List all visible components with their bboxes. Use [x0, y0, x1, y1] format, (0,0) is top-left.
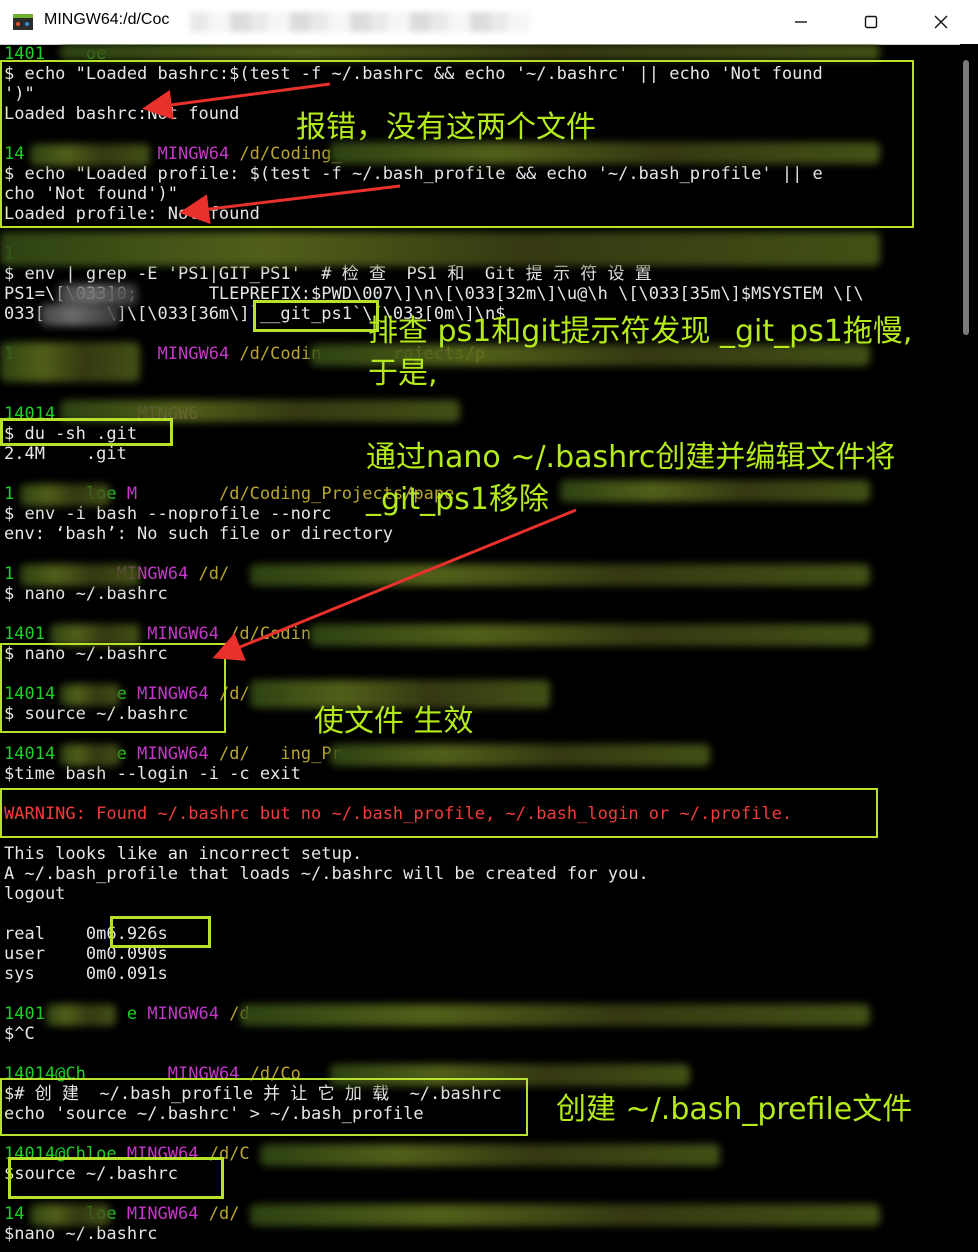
terminal-text: /d/ ing_Pr — [218, 744, 342, 764]
highlight-box-source — [8, 1157, 224, 1199]
redacted-region — [46, 1004, 116, 1026]
terminal-text: $^C — [4, 1024, 35, 1044]
redacted-region — [560, 480, 870, 502]
maximize-icon — [864, 15, 878, 29]
terminal-text: /d/ — [198, 564, 230, 584]
terminal-line: $ nano ~/.bashrc — [4, 584, 168, 604]
maximize-button[interactable] — [836, 0, 906, 44]
redacted-region — [0, 342, 140, 382]
highlight-box-warning — [0, 788, 878, 838]
minimize-button[interactable] — [766, 0, 836, 44]
terminal-text: logout — [4, 884, 66, 904]
terminal-line: logout — [4, 884, 65, 904]
redacted-region — [20, 484, 110, 506]
annotation-ps1-line2: 于是, — [368, 356, 438, 391]
window-title: MINGW64:/d/Coc — [44, 11, 170, 28]
terminal-line: $time bash --login -i -c exit — [4, 764, 301, 784]
terminal-text: MINGW64 — [137, 744, 219, 764]
terminal-line: $ env | grep -E 'PS1|GIT_PS1' # 检 查 PS1 … — [4, 264, 652, 284]
terminal-line: sys 0m0.091s — [4, 964, 168, 984]
terminal-text: MINGW64 — [147, 1004, 230, 1024]
annotation-create-profile: 创建 ~/.bash_prefile文件 — [556, 1092, 913, 1127]
terminal-text: /d/ — [208, 1204, 240, 1224]
redacted-region — [40, 304, 120, 326]
redacted-region — [260, 1144, 720, 1166]
scrollbar-thumb[interactable] — [963, 60, 969, 335]
redacted-region — [58, 284, 138, 306]
redacted-region — [250, 564, 870, 586]
terminal-text: 1 — [4, 564, 15, 584]
minimize-icon — [795, 21, 807, 23]
window-titlebar: MINGW64:/d/Coc — [0, 0, 978, 45]
terminal-text: This looks like an incorrect setup. — [4, 844, 363, 864]
terminal-line: $^C — [4, 1024, 35, 1044]
terminal-text: $ env -i bash --noprofile --norc — [4, 504, 332, 524]
terminal-text: A ~/.bash_profile that loads ~/.bashrc w… — [4, 864, 649, 884]
highlight-box-git-ps1 — [253, 300, 379, 332]
terminal-line: $nano ~/.bashrc — [4, 1224, 158, 1244]
terminal-text: M — [126, 484, 138, 504]
terminal-text: $ env | grep -E 'PS1|GIT_PS1' # 检 查 PS1 … — [4, 264, 652, 284]
redacted-region — [30, 1204, 110, 1226]
terminal-text: /d/Codin — [229, 624, 312, 644]
annotation-nano-line1: 通过nano ~/.bashrc创建并编辑文件将 — [366, 440, 896, 475]
highlight-box-nano-source — [0, 643, 226, 733]
annotation-error: 报错，没有这两个文件 — [296, 110, 596, 145]
terminal-line: env: ‘bash’: No such file or directory — [4, 524, 393, 544]
terminal-text: MINGW64 — [126, 1204, 209, 1224]
terminal-text: $ nano ~/.bashrc — [4, 584, 168, 604]
terminal-line: 14014 e MINGW64 /d/ ing_Pr — [4, 744, 342, 764]
terminal-text: 2.4M .git — [4, 444, 127, 464]
highlight-box-du — [0, 418, 173, 446]
terminal-line: 2.4M .git — [4, 444, 127, 464]
terminal-text: $time bash --login -i -c exit — [4, 764, 301, 784]
terminal-text: 14 — [4, 1204, 25, 1224]
redacted-title — [190, 12, 530, 32]
terminal-text: 1401 — [4, 1004, 45, 1024]
terminal-line: $ env -i bash --noprofile --norc — [4, 504, 332, 524]
redacted-region — [330, 744, 710, 766]
terminal-text: 1 — [4, 484, 15, 504]
redacted-region — [250, 1204, 880, 1226]
redacted-region — [60, 44, 880, 60]
close-button[interactable] — [906, 0, 976, 44]
terminal-text: 1401 — [4, 624, 45, 644]
redacted-region — [60, 744, 120, 766]
terminal-text: sys 0m0.091s — [4, 964, 168, 984]
annotation-source: 使文件 生效 — [314, 704, 474, 739]
annotation-ps1-line1: 排查 ps1和git提示符发现 _git_ps1拖慢, — [368, 314, 913, 349]
terminal-text: $nano ~/.bashrc — [4, 1224, 158, 1244]
terminal-line: This looks like an incorrect setup. — [4, 844, 362, 864]
highlight-box-real-time — [110, 916, 211, 948]
terminal-line: 1401 e MINGW64 /d — [4, 1004, 250, 1024]
terminal-line: A ~/.bash_profile that loads ~/.bashrc w… — [4, 864, 649, 884]
highlight-box-create-profile — [0, 1078, 528, 1136]
terminal-text: 14014 — [4, 744, 56, 764]
redacted-region — [0, 232, 880, 266]
redacted-region — [310, 624, 870, 646]
git-bash-icon — [13, 14, 33, 30]
annotation-nano-line2: _git_ps1移除 — [366, 482, 549, 517]
close-icon — [934, 15, 948, 29]
redacted-region — [240, 1004, 870, 1026]
redacted-region — [20, 564, 140, 586]
terminal-text: env: ‘bash’: No such file or directory — [4, 524, 393, 544]
